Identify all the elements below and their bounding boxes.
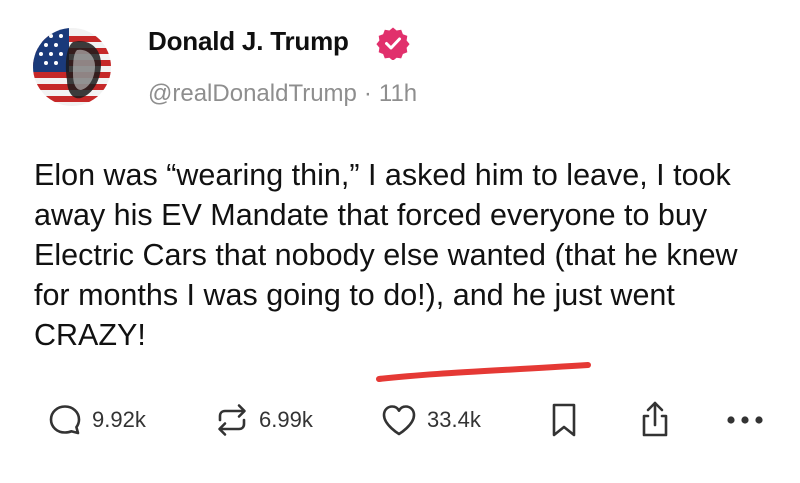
bookmark-button[interactable] (546, 400, 582, 440)
repost-count: 6.99k (259, 407, 313, 432)
reply-button[interactable]: 9.92k (45, 400, 146, 440)
author-meta: @realDonaldTrump · 11h (148, 80, 417, 108)
avatar-image (33, 28, 111, 106)
meta-separator: · (363, 80, 372, 107)
post-card: Donald J. Trump @realDonaldTrump · 11h Elo… (0, 0, 800, 483)
repost-button[interactable]: 6.99k (212, 400, 313, 440)
avatar[interactable] (33, 28, 111, 106)
more-options-button[interactable] (722, 400, 768, 440)
bookmark-icon (552, 403, 576, 437)
share-icon (642, 401, 668, 437)
heart-icon (382, 405, 416, 436)
action-bar: 9.92k 6.99k 33.4k (0, 400, 800, 450)
share-button[interactable] (635, 400, 675, 440)
comment-icon (49, 405, 81, 435)
hand-drawn-underline (376, 362, 591, 382)
like-count: 33.4k (427, 407, 481, 432)
reply-count: 9.92k (92, 407, 146, 432)
verified-badge-icon (376, 26, 410, 61)
author-handle[interactable]: @realDonaldTrump (148, 80, 357, 107)
author-name[interactable]: Donald J. Trump (148, 26, 349, 57)
post-time[interactable]: 11h (379, 80, 417, 107)
post-body-text: Elon was “wearing thin,” I asked him to … (34, 158, 738, 352)
repost-icon (218, 404, 246, 436)
like-button[interactable]: 33.4k (378, 400, 481, 440)
more-icon (727, 416, 763, 424)
